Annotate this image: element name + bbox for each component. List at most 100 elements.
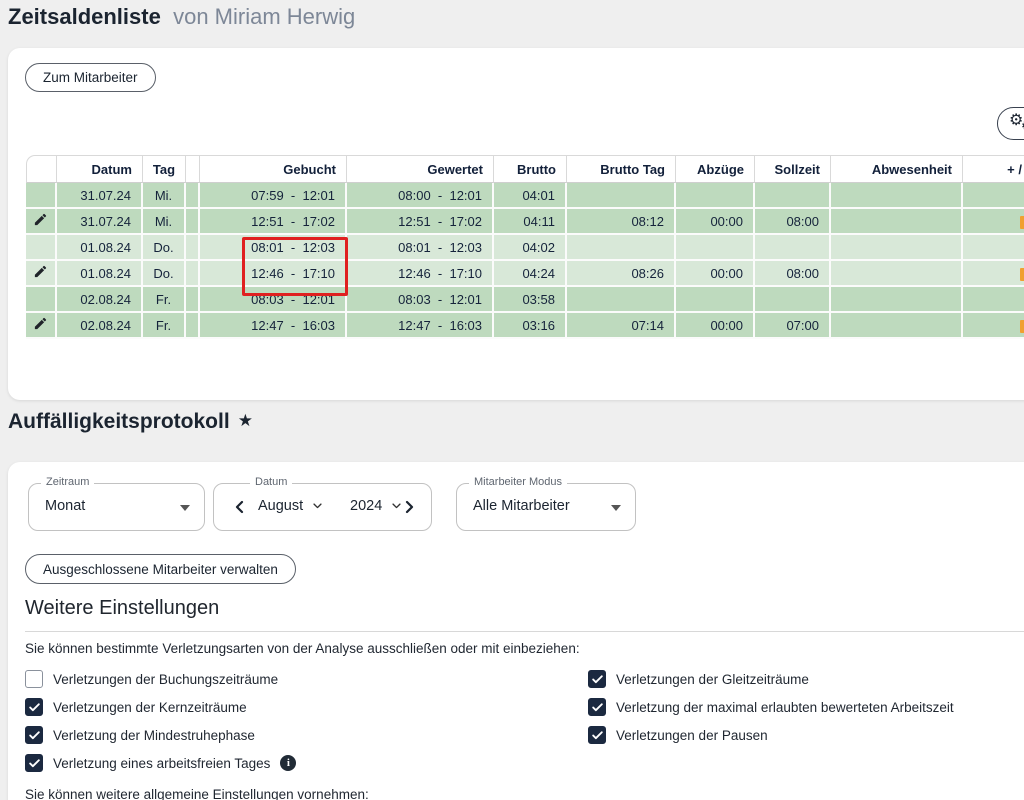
checkbox-box[interactable]	[588, 726, 606, 744]
cell-brutto-tag	[567, 235, 676, 261]
cell-gebucht: 07:59 - 12:01	[200, 183, 347, 209]
cell-gebucht: 12:46 - 17:10	[200, 261, 347, 287]
cell-plusminus	[963, 209, 1024, 235]
cell-gewertet: 08:01 - 12:03	[347, 235, 494, 261]
checkbox-label: Verletzung eines arbeitsfreien Tages	[53, 756, 270, 771]
divider	[25, 631, 1024, 632]
cell-tag: Fr.	[143, 287, 186, 313]
table-row: 01.08.24 Do. 12:46 - 17:10 12:46 - 17:10…	[26, 261, 1024, 287]
cell-plusminus	[963, 235, 1024, 261]
zum-mitarbeiter-button[interactable]: Zum Mitarbeiter	[25, 63, 156, 92]
col-header-tag: Tag	[143, 155, 186, 183]
checkbox-box[interactable]	[588, 670, 606, 688]
datum-picker[interactable]: Datum August 2024	[213, 483, 432, 531]
cell-gewertet: 08:03 - 12:01	[347, 287, 494, 313]
cell-abwesenheit	[831, 313, 963, 339]
mitarbeiter-modus-label: Mitarbeiter Modus	[469, 476, 567, 488]
cell-brutto-tag	[567, 183, 676, 209]
edit-pencil-icon[interactable]	[33, 212, 48, 227]
cell-datum: 01.08.24	[57, 235, 143, 261]
checkbox-verletzungen-pausen[interactable]: Verletzungen der Pausen	[588, 726, 768, 744]
month-select[interactable]: August	[258, 498, 323, 514]
col-header-gewertet: Gewertet	[347, 155, 494, 183]
cell-brutto: 04:11	[494, 209, 567, 235]
checkbox-box[interactable]	[25, 726, 43, 744]
col-header-abwesenheit: Abwesenheit	[831, 155, 963, 183]
checkbox-box[interactable]	[25, 670, 43, 688]
section-title-text: Auffälligkeitsprotokoll	[8, 410, 230, 433]
checkbox-box[interactable]	[25, 754, 43, 772]
table-row: 31.07.24 Mi. 07:59 - 12:01 08:00 - 12:01…	[26, 183, 1024, 209]
year-select[interactable]: 2024	[350, 498, 402, 514]
zeitraum-value: Monat	[45, 498, 85, 514]
table-row: 01.08.24 Do. 08:01 - 12:03 08:01 - 12:03…	[26, 235, 1024, 261]
checkbox-verletzungen-kernzeitraeume[interactable]: Verletzungen der Kernzeiträume	[25, 698, 247, 716]
checkbox-verletzung-mindestruhephase[interactable]: Verletzung der Mindestruhephase	[25, 726, 255, 744]
page-title-text: Zeitsaldenliste	[8, 4, 161, 29]
saldo-indicator	[1020, 320, 1024, 333]
info-icon[interactable]: i	[280, 755, 296, 771]
cell-gewertet: 12:47 - 16:03	[347, 313, 494, 339]
checkbox-verletzung-maximale-arbeitszeit[interactable]: Verletzung der maximal erlaubten bewerte…	[588, 698, 954, 716]
cell-gebucht: 08:01 - 12:03	[200, 235, 347, 261]
col-header-spacer	[186, 155, 200, 183]
cell-tag: Fr.	[143, 313, 186, 339]
checkbox-label: Verletzungen der Gleitzeiträume	[616, 672, 809, 687]
table-row: 02.08.24 Fr. 12:47 - 16:03 12:47 - 16:03…	[26, 313, 1024, 339]
cell-gewertet: 12:51 - 17:02	[347, 209, 494, 235]
zeitsalden-card: Zum Mitarbeiter ⚙ ⚙ Datum Tag Gebucht Ge…	[8, 48, 1024, 400]
table-header-row: Datum Tag Gebucht Gewertet Brutto Brutto…	[26, 155, 1024, 183]
mitarbeiter-modus-select[interactable]: Mitarbeiter Modus Alle Mitarbeiter	[456, 483, 636, 531]
year-value: 2024	[350, 498, 382, 514]
checkbox-label: Verletzungen der Kernzeiträume	[53, 700, 247, 715]
col-header-gebucht: Gebucht	[200, 155, 347, 183]
next-month-button[interactable]	[401, 499, 417, 515]
cell-datum: 31.07.24	[57, 183, 143, 209]
cell-sollzeit	[755, 183, 831, 209]
checkbox-label: Verletzungen der Pausen	[616, 728, 768, 743]
cell-brutto-tag	[567, 287, 676, 313]
table-row: 02.08.24 Fr. 08:03 - 12:01 08:03 - 12:01…	[26, 287, 1024, 313]
cell-abzuege	[676, 183, 755, 209]
col-header-edit	[26, 155, 57, 183]
col-header-brutto: Brutto	[494, 155, 567, 183]
edit-pencil-icon[interactable]	[33, 316, 48, 331]
zeitraum-label: Zeitraum	[41, 476, 94, 488]
zeitraum-select[interactable]: Zeitraum Monat	[28, 483, 205, 531]
checkbox-verletzungen-buchungszeitraeume[interactable]: Verletzungen der Buchungszeiträume	[25, 670, 278, 688]
cell-datum: 02.08.24	[57, 287, 143, 313]
checkbox-label: Verletzung der Mindestruhephase	[53, 728, 255, 743]
caret-down-icon	[180, 505, 190, 511]
previous-month-button[interactable]	[232, 499, 248, 515]
cell-gebucht: 12:51 - 17:02	[200, 209, 347, 235]
cell-datum: 02.08.24	[57, 313, 143, 339]
checkbox-box[interactable]	[588, 698, 606, 716]
cell-tag: Do.	[143, 235, 186, 261]
saldo-indicator	[1020, 216, 1024, 229]
cell-gebucht: 12:47 - 16:03	[200, 313, 347, 339]
page-title: Zeitsaldenliste von Miriam Herwig	[8, 4, 355, 30]
cell-sollzeit	[755, 235, 831, 261]
col-header-datum: Datum	[57, 155, 143, 183]
cell-abzuege	[676, 235, 755, 261]
cell-abzuege: 00:00	[676, 261, 755, 287]
col-header-plusminus: + /	[963, 155, 1024, 183]
checkbox-verletzungen-gleitzeitraeume[interactable]: Verletzungen der Gleitzeiträume	[588, 670, 809, 688]
col-header-abzuege: Abzüge	[676, 155, 755, 183]
cell-datum: 31.07.24	[57, 209, 143, 235]
cell-plusminus	[963, 313, 1024, 339]
table-settings-button[interactable]: ⚙ ⚙	[997, 107, 1024, 140]
cell-brutto: 03:58	[494, 287, 567, 313]
page-subtitle: von Miriam Herwig	[167, 4, 355, 29]
cell-tag: Do.	[143, 261, 186, 287]
month-value: August	[258, 498, 303, 514]
cell-gewertet: 12:46 - 17:10	[347, 261, 494, 287]
cell-sollzeit: 07:00	[755, 313, 831, 339]
zeitsalden-table: Datum Tag Gebucht Gewertet Brutto Brutto…	[26, 155, 1024, 339]
checkbox-box[interactable]	[25, 698, 43, 716]
manage-excluded-employees-button[interactable]: Ausgeschlossene Mitarbeiter verwalten	[25, 554, 296, 584]
edit-pencil-icon[interactable]	[33, 264, 48, 279]
checkbox-verletzung-arbeitsfreier-tag[interactable]: Verletzung eines arbeitsfreien Tages i	[25, 754, 296, 772]
cell-brutto: 04:24	[494, 261, 567, 287]
cell-sollzeit: 08:00	[755, 261, 831, 287]
